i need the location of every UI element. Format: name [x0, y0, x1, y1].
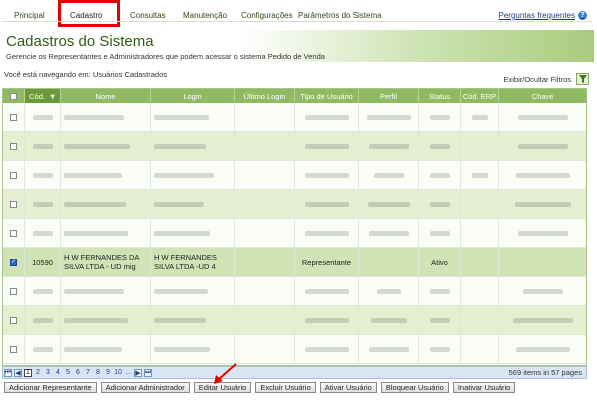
nav-divider [2, 21, 592, 22]
cell-ultimo-login [235, 248, 295, 276]
row-checkbox[interactable] [10, 113, 17, 121]
cell-status: Ativo [419, 248, 461, 276]
page-9[interactable]: 9 [104, 369, 112, 377]
cell-cod-erp [461, 248, 499, 276]
help-icon: ? [578, 11, 587, 20]
cell-nome: H W FERNANDES DA SILVA LTDA - UD mig [61, 248, 151, 276]
page-title: Cadastros do Sistema [6, 33, 154, 50]
next-page-icon[interactable]: ▶ [134, 368, 142, 377]
table-row[interactable] [3, 190, 586, 219]
last-page-icon[interactable]: ⏭ [144, 368, 152, 377]
table-row[interactable] [3, 161, 586, 190]
block-user-button[interactable]: Bloquear Usuário [380, 382, 449, 393]
table-row[interactable] [3, 132, 586, 161]
col-perfil[interactable]: Perfil [359, 89, 419, 103]
cell-tipo: Representante [295, 248, 359, 276]
filter-toggle-label[interactable]: Exibir/Ocultar Filtros [503, 75, 571, 84]
page-header: Cadastros do Sistema Gerencie os Represe… [2, 30, 594, 62]
nav-manutencao[interactable]: Manutenção [183, 11, 227, 20]
add-admin-button[interactable]: Adicionar Administrador [100, 382, 190, 393]
select-all-checkbox[interactable] [10, 92, 17, 100]
sort-down-icon: ▼ [48, 91, 57, 101]
page-5[interactable]: 5 [64, 369, 72, 377]
highlight-box [58, 0, 120, 27]
nav-consultas[interactable]: Consultas [130, 11, 166, 20]
page-2[interactable]: 2 [34, 369, 42, 377]
table-row[interactable] [3, 335, 586, 364]
action-buttons: Adicionar Representante Adicionar Admini… [4, 382, 519, 393]
col-cod-label: Cód. [29, 91, 45, 101]
table-row[interactable] [3, 219, 586, 248]
add-representative-button[interactable]: Adicionar Representante [4, 382, 97, 393]
col-cod[interactable]: Cód. ▼ [25, 89, 61, 103]
delete-user-button[interactable]: Excluir Usuário [255, 382, 316, 393]
activate-user-button[interactable]: Ativar Usuário [319, 382, 377, 393]
page-10[interactable]: 10 [114, 369, 122, 377]
breadcrumb: Você está navegando em: Usuários Cadastr… [4, 70, 168, 79]
table-row[interactable] [3, 103, 586, 132]
row-checkbox[interactable] [10, 171, 17, 179]
col-login[interactable]: Login [151, 89, 235, 103]
col-nome[interactable]: Nome [61, 89, 151, 103]
page-6[interactable]: 6 [74, 369, 82, 377]
col-chave[interactable]: Chave [499, 89, 586, 103]
faq-label: Perguntas frequentes [498, 11, 576, 20]
inactivate-user-button[interactable]: Inativar Usuário [452, 382, 516, 393]
first-page-icon[interactable]: ⏮ [4, 368, 12, 377]
page-7[interactable]: 7 [84, 369, 92, 377]
col-tipo[interactable]: Tipo de Usuário [295, 89, 359, 103]
faq-link[interactable]: Perguntas frequentes ? [498, 11, 587, 20]
col-status[interactable]: Status [419, 89, 461, 103]
row-checkbox[interactable] [10, 200, 17, 208]
select-all-cell [3, 89, 25, 103]
funnel-icon[interactable] [576, 73, 589, 85]
pagination-bar: ⏮ ◀ 1 2 3 4 5 6 7 8 9 10 ... ▶ ⏭ 569 ite… [2, 366, 587, 379]
table-header: Cód. ▼ Nome Login Último Login Tipo de Us… [3, 89, 586, 103]
nav-configuracoes[interactable]: Configurações [241, 11, 293, 20]
annotation-arrow-icon [214, 363, 237, 384]
row-checkbox[interactable] [10, 229, 17, 237]
page-8[interactable]: 8 [94, 369, 102, 377]
nav-principal[interactable]: Principal [14, 11, 45, 20]
cell-perfil [359, 248, 419, 276]
cell-chave [499, 248, 586, 276]
top-navigation: Principal Cadastro Consultas Manutenção … [0, 0, 597, 30]
row-checkbox-checked[interactable] [10, 258, 17, 266]
nav-parametros[interactable]: Parâmetros do Sistema [298, 11, 382, 20]
row-checkbox[interactable] [10, 287, 17, 295]
row-checkbox[interactable] [10, 345, 17, 353]
page-3[interactable]: 3 [44, 369, 52, 377]
page-ellipsis[interactable]: ... [124, 369, 132, 377]
table-row[interactable] [3, 277, 586, 306]
page-1[interactable]: 1 [24, 368, 32, 377]
table-row[interactable] [3, 306, 586, 335]
prev-page-icon[interactable]: ◀ [14, 368, 22, 377]
col-cod-erp[interactable]: Cód. ERP [461, 89, 499, 103]
table-row-selected[interactable]: 10590 H W FERNANDES DA SILVA LTDA - UD m… [3, 248, 586, 277]
col-ultimo-login[interactable]: Último Login [235, 89, 295, 103]
cell-login: H W FERNANDES SILVA LTDA -UD 4 [151, 248, 235, 276]
users-table: Cód. ▼ Nome Login Último Login Tipo de Us… [2, 88, 587, 366]
cell-cod: 10590 [25, 248, 61, 276]
pager-info: 569 items in 57 pages [508, 368, 582, 377]
row-checkbox[interactable] [10, 142, 17, 150]
row-checkbox[interactable] [10, 316, 17, 324]
page-subtitle: Gerencie os Representantes e Administrad… [6, 52, 325, 61]
page-4[interactable]: 4 [54, 369, 62, 377]
